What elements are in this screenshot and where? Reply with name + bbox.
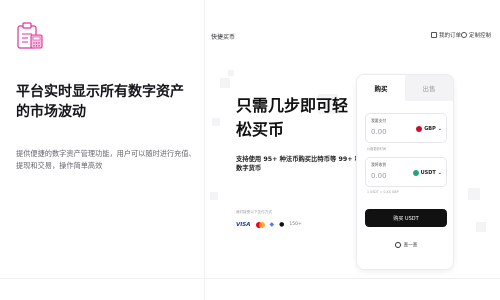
apple-pay-icon: ● (279, 221, 285, 228)
mastercard-icon (255, 221, 265, 228)
chevron-down-icon: ⌄ (437, 170, 442, 176)
buy-usdt-button[interactable]: 购买 USDT (365, 209, 447, 227)
decor-square (468, 188, 480, 200)
check-link[interactable]: 查一查 (357, 242, 453, 248)
spend-currency: GBP (424, 126, 436, 132)
orders-link[interactable]: 我的订单 (431, 31, 461, 39)
settings-label: 定制控制 (469, 33, 492, 39)
spend-field[interactable]: 我要支付 0.00 GBP ⌄ (365, 113, 447, 143)
receive-field[interactable]: 我将收到 0.00 USDT ⌄ (365, 157, 447, 187)
footer-divider (0, 278, 500, 279)
trade-tabs: 购买 出售 (357, 75, 453, 101)
spend-label: 我要支付 (371, 118, 387, 123)
settings-icon (461, 32, 467, 38)
more-methods: 150+ (289, 222, 302, 227)
tab-buy[interactable]: 购买 (357, 75, 405, 101)
hero-title: 只需几步即可轻松买币 (236, 96, 349, 139)
decor-square (212, 118, 220, 126)
uk-flag-icon (416, 126, 423, 132)
decor-square (476, 222, 486, 232)
brand-link[interactable]: 快捷买币 (211, 32, 235, 41)
left-description: 提供便捷的数字资产管理功能，用户可以随时进行充值、提现和交易，操作简单高效 (16, 149, 196, 170)
receive-input[interactable]: 0.00 (371, 172, 387, 180)
decor-square (220, 78, 230, 88)
settings-link[interactable]: 定制控制 (461, 31, 491, 39)
spend-note: 价格更新时间 (367, 147, 387, 151)
spend-input[interactable]: 0.00 (371, 128, 387, 136)
orders-label: 我的订单 (439, 33, 462, 39)
receive-currency: USDT (420, 170, 436, 176)
visa-logo: VISA (236, 221, 251, 228)
search-circle-icon (394, 242, 401, 248)
trade-card: 购买 出售 我要支付 0.00 GBP ⌄ 价格更新时间 我将收到 0.00 U… (356, 74, 454, 270)
left-panel: 平台实时显示所有数字资产的市场波动 提供便捷的数字资产管理功能，用户可以随时进行… (0, 0, 200, 300)
left-title: 平台实时显示所有数字资产的市场波动 (16, 84, 184, 120)
chevron-down-icon: ⌄ (437, 126, 442, 132)
payment-caption: 我们接受以下支付方式 (236, 210, 272, 214)
receive-currency-select[interactable]: USDT ⌄ (412, 170, 442, 176)
receive-label: 我将收到 (371, 162, 387, 167)
orders-icon (431, 32, 437, 38)
decor-square (210, 192, 218, 200)
top-nav: 快捷买币 我的订单 定制控制 (205, 0, 500, 60)
clipboard-calculator-icon (17, 22, 43, 49)
google-pay-icon: ◆ (269, 221, 275, 228)
hero-subtitle: 支持使用 95+ 种法币购买比特币等 99+ 种数字货币 (236, 156, 362, 172)
payment-methods: VISA ◆ ● 150+ (236, 221, 302, 228)
spend-currency-select[interactable]: GBP ⌄ (416, 126, 442, 132)
tether-icon (412, 170, 419, 176)
decor-square (228, 70, 234, 76)
receive-note: 1 USDT ≈ 0.XX GBP (367, 190, 399, 194)
tab-sell[interactable]: 出售 (405, 75, 453, 101)
check-link-label: 查一查 (403, 243, 418, 248)
